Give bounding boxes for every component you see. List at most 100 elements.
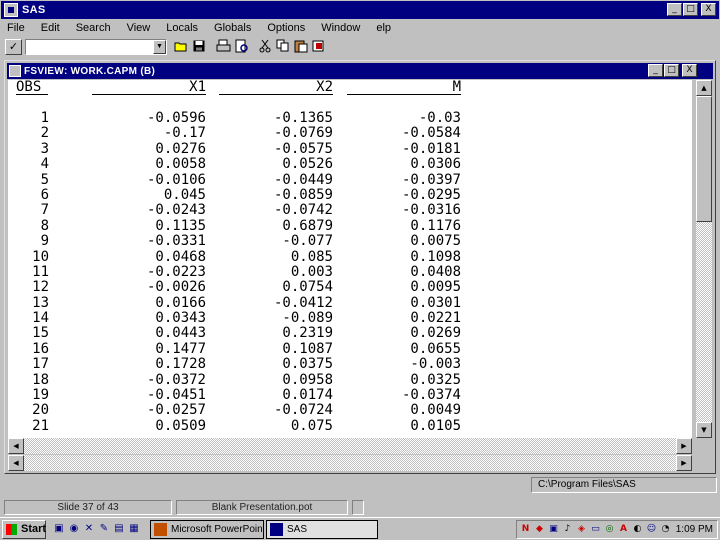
cell-obs[interactable]: 18 [16,372,49,388]
cell-x2[interactable]: 0.0526 [219,156,333,172]
column-header-x2[interactable]: X2 [219,80,333,95]
menu-window[interactable]: Window [321,22,360,34]
cell-x1[interactable]: -0.0106 [92,172,206,188]
cell-obs[interactable]: 8 [16,218,49,234]
fsview-close-button[interactable]: X [682,64,697,77]
cell-x1[interactable]: -0.0257 [92,403,206,419]
cell-m[interactable]: 0.0049 [347,403,461,419]
help-icon[interactable] [311,38,328,56]
table-row[interactable]: 4 0.0058 0.0526 0.0306 [8,156,692,172]
cell-m[interactable]: 0.0105 [347,418,461,434]
cell-m[interactable]: 0.0325 [347,372,461,388]
browser-icon[interactable]: ◉ [67,522,81,536]
menu-locals[interactable]: Locals [166,22,198,34]
monitor-icon[interactable]: ▣ [547,523,560,536]
cut-icon[interactable] [257,38,274,56]
menu-globals[interactable]: Globals [214,22,251,34]
cell-x2[interactable]: 0.0958 [219,372,333,388]
ati-icon[interactable]: A [617,523,630,536]
cell-m[interactable]: -0.0316 [347,202,461,218]
horizontal-scrollbar[interactable]: ◀ ▶ [8,438,692,454]
sas-app-icon[interactable] [4,3,18,17]
cell-m[interactable]: 0.0075 [347,233,461,249]
cell-x2[interactable]: 0.1087 [219,341,333,357]
cell-x1[interactable]: -0.0596 [92,110,206,126]
cell-obs[interactable]: 16 [16,341,49,357]
column-header-x1[interactable]: X1 [92,80,206,95]
cell-m[interactable]: -0.0295 [347,187,461,203]
cell-obs[interactable]: 12 [16,279,49,295]
cell-x2[interactable]: 0.0754 [219,279,333,295]
sync-icon[interactable]: ◎ [603,523,616,536]
table-row[interactable]: 5 -0.0106 -0.0449 -0.0397 [8,172,692,188]
maximize-button[interactable]: □ [683,3,698,16]
data-view[interactable]: OBS X1 X2 M 1 -0.0596 -0.1365 -0.03 2 -0.17 -0… [8,80,692,438]
folder-icon[interactable]: ▤ [112,522,126,536]
volume-icon[interactable]: ♪ [561,523,574,536]
table-row[interactable]: 19 -0.0451 0.0174 -0.0374 [8,387,692,403]
cell-m[interactable]: 0.0095 [347,279,461,295]
tools-icon[interactable]: ✎ [97,522,111,536]
cell-m[interactable]: 0.0301 [347,295,461,311]
cell-obs[interactable]: 9 [16,233,49,249]
cell-m[interactable]: 0.0306 [347,156,461,172]
cell-x2[interactable]: 0.0174 [219,387,333,403]
table-row[interactable]: 2 -0.17 -0.0769 -0.0584 [8,125,692,141]
cell-x2[interactable]: -0.0412 [219,295,333,311]
copy-icon[interactable] [275,38,292,56]
cell-x1[interactable]: 0.045 [92,187,206,203]
fsview-minimize-button[interactable]: _ [648,64,663,77]
speaker-icon[interactable]: ◐ [631,523,644,536]
cell-x2[interactable]: -0.0575 [219,141,333,157]
cell-x1[interactable]: -0.0451 [92,387,206,403]
start-button[interactable]: Start [2,520,46,539]
show-desktop-icon[interactable]: ▣ [52,522,66,536]
table-row[interactable]: 10 0.0468 0.085 0.1098 [8,249,692,265]
network-icon[interactable]: N [519,523,532,536]
menu-file[interactable]: File [7,22,25,34]
cell-obs[interactable]: 7 [16,202,49,218]
cell-x1[interactable]: 0.0509 [92,418,206,434]
column-header-obs[interactable]: OBS [16,80,48,95]
cell-x2[interactable]: -0.0769 [219,125,333,141]
menu-options[interactable]: Options [267,22,305,34]
messenger-icon[interactable]: ☺ [645,523,658,536]
command-box[interactable]: ▼ [25,39,167,55]
cell-m[interactable]: 0.1176 [347,218,461,234]
cell-x1[interactable]: 0.0443 [92,326,206,342]
cell-x2[interactable]: -0.089 [219,310,333,326]
cell-m[interactable]: 0.0655 [347,341,461,357]
excel-icon[interactable]: ✕ [82,522,96,536]
cell-x1[interactable]: -0.0026 [92,279,206,295]
table-row[interactable]: 17 0.1728 0.0375 -0.003 [8,356,692,372]
cell-obs[interactable]: 4 [16,156,49,172]
table-row[interactable]: 15 0.0443 0.2319 0.0269 [8,326,692,342]
open-icon[interactable] [173,38,190,56]
cell-x1[interactable]: -0.17 [92,125,206,141]
cell-m[interactable]: 0.0269 [347,326,461,342]
scroll-down-button[interactable]: ▼ [696,422,712,438]
table-row[interactable]: 20 -0.0257 -0.0724 0.0049 [8,403,692,419]
cell-x2[interactable]: 0.003 [219,264,333,280]
scroll-right-button[interactable]: ▶ [676,438,692,454]
menu-help[interactable]: elp [376,22,391,34]
table-row[interactable]: 16 0.1477 0.1087 0.0655 [8,341,692,357]
cell-m[interactable]: -0.0181 [347,141,461,157]
cell-obs[interactable]: 21 [16,418,49,434]
main-scroll-left-button[interactable]: ◀ [8,455,24,471]
cell-obs[interactable]: 10 [16,249,49,265]
cell-x2[interactable]: -0.0859 [219,187,333,203]
cell-x1[interactable]: -0.0223 [92,264,206,280]
cell-x1[interactable]: 0.0276 [92,141,206,157]
cell-obs[interactable]: 17 [16,356,49,372]
cell-x2[interactable]: -0.0742 [219,202,333,218]
cell-x1[interactable]: 0.1728 [92,356,206,372]
fsview-maximize-button[interactable]: □ [664,64,679,77]
cell-x1[interactable]: 0.1477 [92,341,206,357]
cell-m[interactable]: 0.1098 [347,249,461,265]
submit-check-button[interactable]: ✓ [5,39,22,55]
main-horizontal-scrollbar[interactable]: ◀ ▶ [8,455,692,471]
cell-m[interactable]: -0.03 [347,110,461,126]
cell-x2[interactable]: 0.2319 [219,326,333,342]
cell-x1[interactable]: -0.0243 [92,202,206,218]
